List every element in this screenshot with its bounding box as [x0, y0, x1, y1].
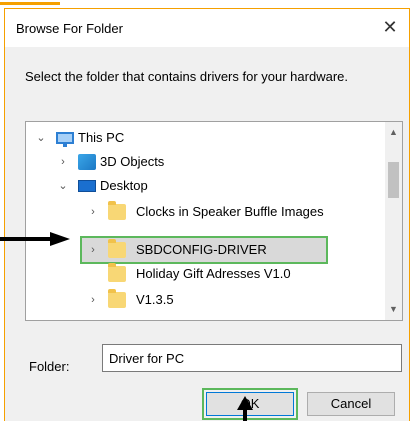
folder-input[interactable]	[102, 344, 402, 372]
tree-item-label: Desktop	[100, 178, 148, 193]
tree-item-this-pc[interactable]: ⌄ This PC	[26, 126, 386, 150]
folder-label: Folder:	[29, 359, 70, 374]
computer-icon	[56, 132, 74, 147]
scroll-down-icon[interactable]: ▼	[385, 301, 402, 318]
scrollbar-thumb[interactable]	[388, 162, 399, 198]
3d-objects-icon	[78, 154, 96, 170]
desktop-icon	[78, 180, 96, 192]
highlight-box	[80, 236, 328, 264]
close-icon[interactable]: ✕	[379, 16, 401, 38]
browse-for-folder-dialog: Browse For Folder ✕ Select the folder th…	[4, 8, 410, 421]
tree-item-v135[interactable]: › V1.3.5	[26, 288, 386, 312]
tree-item-label: Clocks in Speaker Buffle Images	[136, 204, 324, 219]
dialog-title: Browse For Folder	[16, 21, 123, 36]
tree-item-label: This PC	[78, 130, 125, 145]
title-bar: Browse For Folder ✕	[5, 9, 409, 47]
chevron-right-icon[interactable]: ›	[56, 155, 70, 169]
cancel-button[interactable]: Cancel	[307, 392, 395, 416]
scroll-up-icon[interactable]: ▲	[385, 124, 402, 141]
chevron-right-icon[interactable]: ›	[86, 205, 100, 219]
pointer-arrow-icon	[0, 232, 70, 246]
tree-item-holiday-gift[interactable]: Holiday Gift Adresses V1.0	[26, 262, 386, 286]
folder-icon	[108, 263, 126, 282]
tree-item-label: V1.3.5	[136, 292, 174, 307]
folder-icon	[108, 201, 126, 220]
instruction-text: Select the folder that contains drivers …	[25, 69, 348, 84]
chevron-down-icon[interactable]: ⌄	[34, 131, 48, 145]
pointer-arrow-up-icon	[237, 396, 253, 421]
tree-item-label: Holiday Gift Adresses V1.0	[136, 266, 291, 281]
chevron-down-icon[interactable]: ⌄	[56, 179, 70, 193]
tree-item-label: 3D Objects	[100, 154, 165, 169]
tree-item-3d-objects[interactable]: › 3D Objects	[26, 150, 386, 174]
tree-item-clocks[interactable]: › Clocks in Speaker Buffle Images	[26, 200, 386, 224]
chevron-right-icon[interactable]: ›	[86, 293, 100, 307]
vertical-scrollbar[interactable]: ▲ ▼	[385, 122, 402, 320]
folder-icon	[108, 289, 126, 308]
folder-tree[interactable]: ⌄ This PC › 3D Objects ⌄ Desktop › Clock…	[25, 121, 403, 321]
tree-item-desktop[interactable]: ⌄ Desktop	[26, 174, 386, 198]
